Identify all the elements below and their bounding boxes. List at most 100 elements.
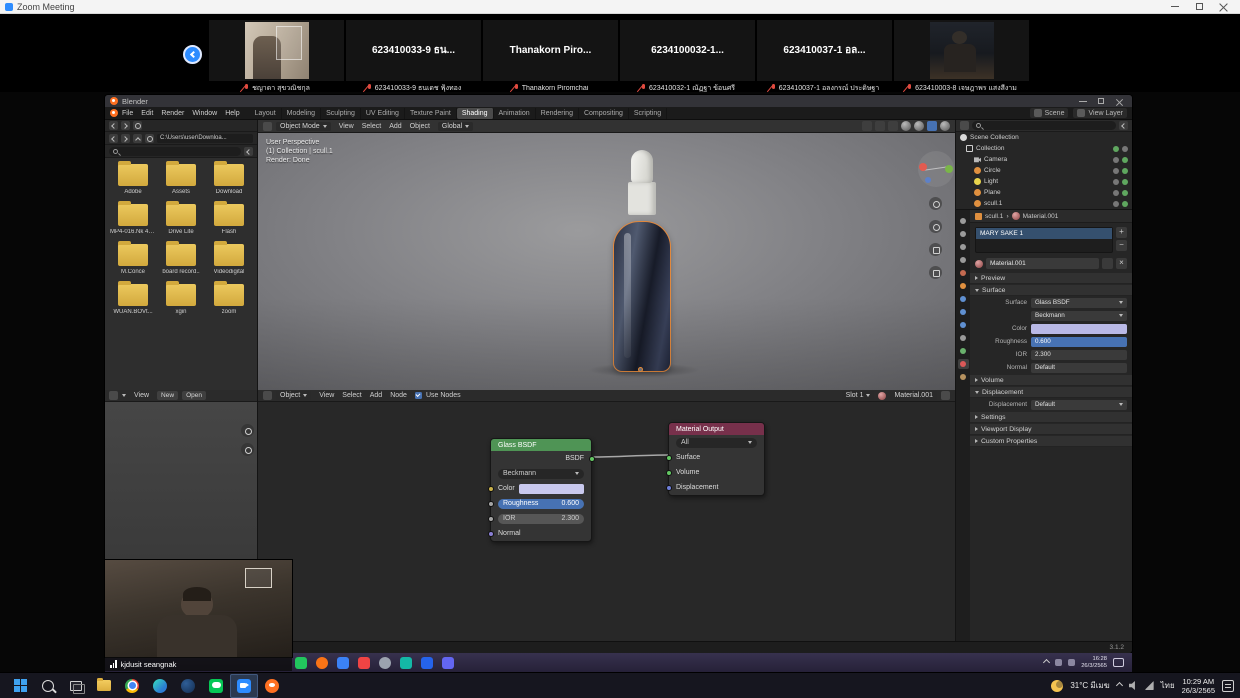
output-node-header[interactable]: Material Output [669, 423, 764, 435]
browser-app-button[interactable] [174, 674, 202, 698]
app-icon[interactable] [337, 657, 349, 669]
color-input-socket[interactable] [488, 486, 494, 492]
modifiers-tab[interactable] [958, 307, 969, 317]
zoom-tool-icon[interactable] [929, 197, 942, 210]
speaker-icon[interactable] [1129, 681, 1138, 690]
snapping-icon[interactable] [862, 121, 872, 131]
search-button[interactable] [34, 674, 62, 698]
breadcrumb-object[interactable]: scull.1 [985, 213, 1003, 220]
editor-type-icon[interactable] [960, 121, 969, 130]
object-tab[interactable] [958, 294, 969, 304]
dropper-cap[interactable] [628, 182, 656, 215]
participant-video[interactable] [893, 19, 1030, 82]
shader-menu-item[interactable]: Node [386, 391, 411, 400]
viewport-menu-item[interactable]: Object [406, 122, 434, 131]
parent-dir-icon[interactable] [133, 134, 142, 143]
dropper-bulb[interactable] [631, 150, 653, 183]
edge-button[interactable] [146, 674, 174, 698]
refresh-icon[interactable] [145, 134, 154, 143]
line-icon[interactable] [295, 657, 307, 669]
tray-icon[interactable] [1055, 659, 1062, 666]
ior-input-socket[interactable] [488, 516, 494, 522]
tab-texture-paint[interactable]: Texture Paint [405, 108, 457, 119]
tray-expand-icon[interactable] [1116, 682, 1123, 689]
tray-expand-icon[interactable] [1043, 659, 1050, 666]
ior-slider[interactable]: IOR 2.300 [498, 514, 584, 524]
constraints-tab[interactable] [958, 333, 969, 343]
render-visibility-icon[interactable] [1122, 190, 1128, 196]
participant-tile[interactable]: 623410037-1 อล... 623410037-1 อลงกรณ์ ปร… [756, 19, 893, 93]
object-data-tab[interactable] [958, 346, 969, 356]
start-button[interactable] [6, 674, 34, 698]
surface-input-socket[interactable] [666, 455, 672, 461]
scene-tab[interactable] [958, 268, 969, 278]
folder-item[interactable]: Videodigital [205, 244, 253, 275]
render-visibility-icon[interactable] [1122, 157, 1128, 163]
participant-video[interactable]: Thanakorn Piro... [482, 19, 619, 82]
tab-animation[interactable]: Animation [494, 108, 536, 119]
bsdf-output-socket[interactable] [589, 456, 595, 462]
distribution-dropdown[interactable]: Beckmann [1031, 311, 1127, 321]
action-center-icon[interactable] [1222, 680, 1234, 692]
blender-button[interactable] [258, 674, 286, 698]
orientation-dropdown[interactable]: Global [438, 122, 473, 131]
path-field[interactable]: C:\Users\user\Downloa... [157, 134, 253, 143]
image-editor-canvas[interactable] [105, 402, 257, 563]
shading-wireframe-icon[interactable] [901, 121, 911, 131]
displacement-input-socket[interactable] [666, 485, 672, 491]
minimize-button[interactable] [1163, 0, 1187, 14]
volume-input-socket[interactable] [666, 470, 672, 476]
back-icon[interactable] [109, 134, 118, 143]
folder-item[interactable]: Adobe [109, 164, 157, 195]
tab-scripting[interactable]: Scripting [629, 108, 667, 119]
zoom-tool-icon[interactable] [241, 424, 254, 437]
gizmo-y-axis-dot[interactable] [945, 165, 953, 173]
previous-participants-button[interactable] [183, 45, 202, 64]
shader-menu-item[interactable]: Select [338, 391, 365, 400]
blender-minimize-button[interactable] [1075, 96, 1091, 107]
material-output-node[interactable]: Material Output All Surface Volume Displ… [668, 422, 765, 496]
render-visibility-icon[interactable] [1122, 146, 1128, 152]
texture-tab[interactable] [958, 372, 969, 382]
camera-view-icon[interactable] [929, 243, 942, 256]
section-volume[interactable]: Volume [970, 374, 1132, 386]
editor-type-icon[interactable] [263, 122, 272, 131]
glass-bsdf-node[interactable]: Glass BSDF BSDF Beckmann Color [490, 438, 592, 542]
output-tab[interactable] [958, 242, 969, 252]
world-tab[interactable] [958, 281, 969, 291]
shader-editor-canvas[interactable]: Glass BSDF BSDF Beckmann Color [258, 402, 955, 641]
firefox-icon[interactable] [316, 657, 328, 669]
material-slot-item[interactable]: MARY SAKE 1 [976, 228, 1112, 239]
shading-rendered-icon[interactable] [927, 121, 937, 131]
unlink-button[interactable]: × [1116, 258, 1127, 269]
view-layer-selector[interactable]: View Layer [1073, 108, 1127, 118]
folder-item[interactable]: WUAN.BOVt... [109, 284, 157, 315]
gizmo-x-axis-dot[interactable] [919, 163, 927, 171]
app-icon[interactable] [442, 657, 454, 669]
pan-tool-icon[interactable] [241, 443, 254, 456]
menu-item[interactable]: Render [157, 109, 188, 118]
dropper-bottle-body[interactable] [613, 221, 671, 372]
material-name-field[interactable]: Material.001 [890, 391, 937, 400]
section-custom-properties[interactable]: Custom Properties [970, 435, 1132, 447]
slot-dropdown[interactable]: Slot 1 [842, 391, 875, 400]
color-swatch[interactable] [1031, 324, 1127, 334]
viewport-menu-item[interactable]: View [335, 122, 358, 131]
tab-layout[interactable]: Layout [250, 108, 282, 119]
viewport-canvas[interactable]: User Perspective (1) Collection | scull.… [258, 133, 955, 390]
overlays-icon[interactable] [888, 121, 898, 131]
viewport-menu-item[interactable]: Select [358, 122, 385, 131]
participant-video[interactable]: 623410037-1 อล... [756, 19, 893, 82]
maximize-button[interactable] [1187, 0, 1211, 14]
zoom-button[interactable] [230, 674, 258, 698]
add-slot-button[interactable]: + [1116, 227, 1127, 238]
physics-tab[interactable] [958, 320, 969, 330]
editor-type-icon[interactable] [109, 391, 118, 400]
section-settings[interactable]: Settings [970, 411, 1132, 423]
line-button[interactable] [202, 674, 230, 698]
normal-field[interactable]: Default [1031, 363, 1127, 373]
folder-item[interactable]: Drive Lite [157, 204, 205, 235]
outliner-row-light[interactable]: Light [956, 176, 1132, 187]
display-mode-icon[interactable] [121, 121, 130, 130]
material-tab[interactable] [958, 359, 969, 369]
